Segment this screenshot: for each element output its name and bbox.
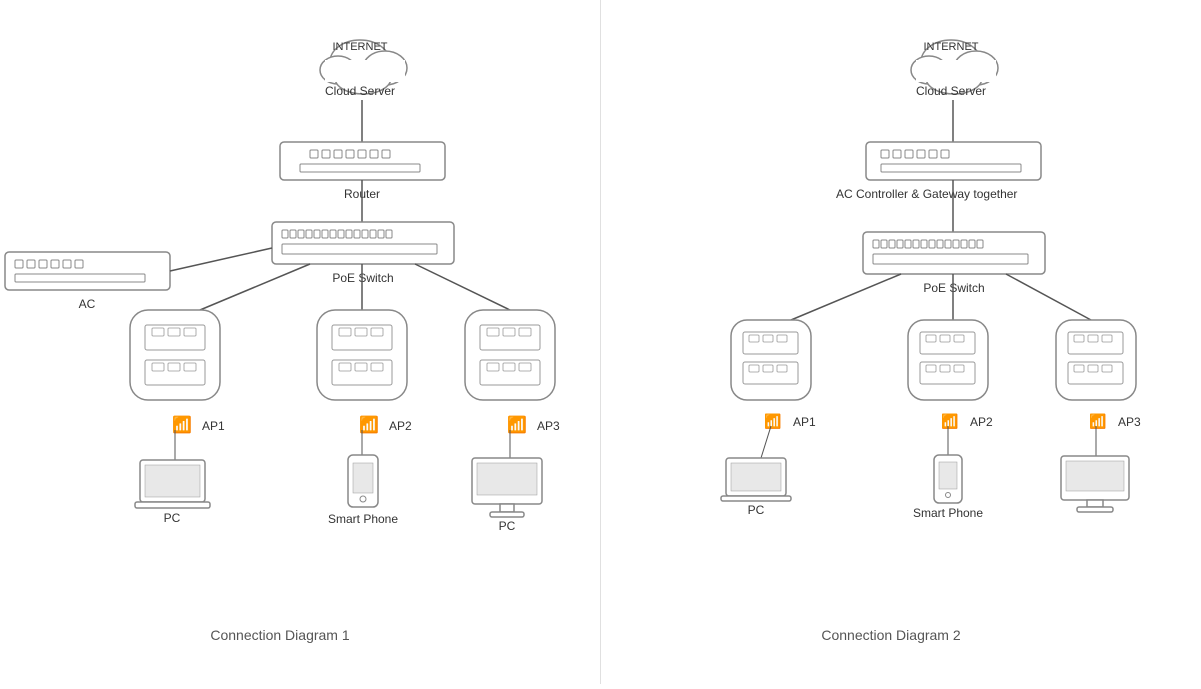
svg-text:AP1: AP1 xyxy=(202,419,225,433)
svg-text:AP2: AP2 xyxy=(970,415,993,429)
svg-text:Cloud Server: Cloud Server xyxy=(916,84,986,98)
ap2-1: 📶 AP2 xyxy=(317,310,412,434)
pc-2: PC xyxy=(721,458,791,517)
svg-text:📶: 📶 xyxy=(1089,413,1106,430)
ap1-1: 📶 AP1 xyxy=(130,310,225,434)
svg-text:AC: AC xyxy=(79,297,96,311)
diagram-2: INTERNET Cloud Server AC Controller & Ga… xyxy=(601,0,1201,684)
diagram-1: INTERNET Cloud Server Router xyxy=(0,0,600,684)
svg-text:Smart Phone: Smart Phone xyxy=(328,512,398,526)
poe-switch-1: PoE Switch xyxy=(272,222,454,285)
caption-1: Connection Diagram 1 xyxy=(210,627,350,643)
pc2-1: PC xyxy=(472,458,542,533)
cloud-1: INTERNET Cloud Server xyxy=(320,40,407,98)
svg-text:PC: PC xyxy=(499,519,516,533)
poe-switch-2: PoE Switch xyxy=(863,232,1045,295)
ac-controller-2: AC Controller & Gateway together xyxy=(836,142,1041,201)
svg-text:AC Controller & Gateway togeth: AC Controller & Gateway together xyxy=(836,187,1017,201)
smartphone-2: Smart Phone xyxy=(913,455,983,520)
svg-text:PoE Switch: PoE Switch xyxy=(923,281,984,295)
ap3-1: 📶 AP3 xyxy=(465,310,560,434)
svg-text:AP1: AP1 xyxy=(793,415,816,429)
svg-text:PC: PC xyxy=(164,511,181,525)
ac-switch-1: AC xyxy=(5,252,170,311)
svg-text:AP3: AP3 xyxy=(1118,415,1141,429)
svg-text:INTERNET: INTERNET xyxy=(924,41,979,53)
svg-text:INTERNET: INTERNET xyxy=(333,41,388,53)
svg-text:Smart Phone: Smart Phone xyxy=(913,506,983,520)
cloud-2: INTERNET Cloud Server xyxy=(911,40,998,98)
svg-text:AP2: AP2 xyxy=(389,419,412,433)
svg-text:PoE Switch: PoE Switch xyxy=(332,271,393,285)
smartphone-1: Smart Phone xyxy=(328,455,398,526)
svg-text:AP3: AP3 xyxy=(537,419,560,433)
ap3-2: 📶 AP3 xyxy=(1056,320,1141,430)
main-container: INTERNET Cloud Server Router xyxy=(0,0,1201,684)
caption-2: Connection Diagram 2 xyxy=(821,627,961,643)
svg-text:📶: 📶 xyxy=(941,413,958,430)
monitor-2 xyxy=(1061,456,1129,512)
ap2-2: 📶 AP2 xyxy=(908,320,993,430)
ap1-2: 📶 AP1 xyxy=(731,320,816,430)
svg-text:Cloud Server: Cloud Server xyxy=(325,84,395,98)
pc1-1: PC xyxy=(135,460,210,525)
svg-text:PC: PC xyxy=(748,503,765,517)
svg-text:📶: 📶 xyxy=(764,413,781,430)
